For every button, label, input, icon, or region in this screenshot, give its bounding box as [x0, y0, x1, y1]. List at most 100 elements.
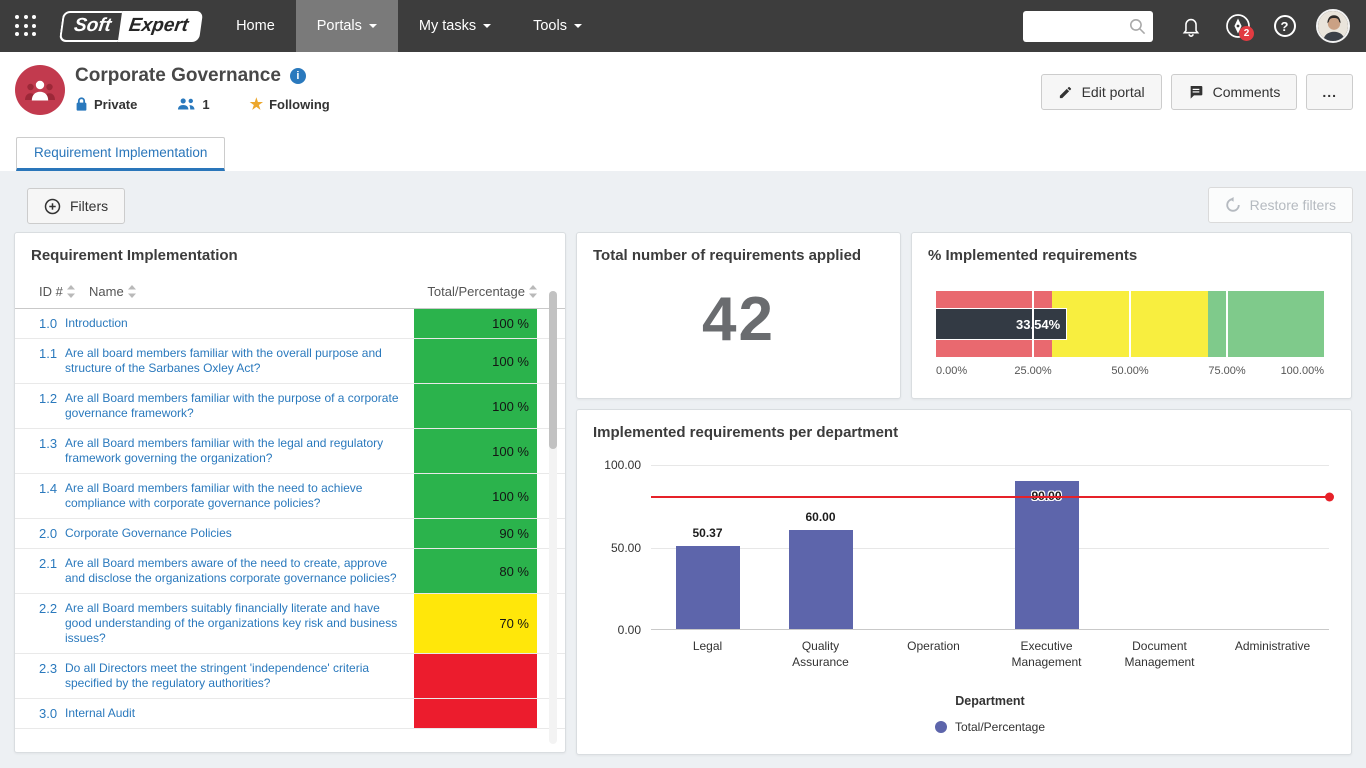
header-buttons: Edit portal Comments ... [1041, 74, 1353, 110]
requirement-implementation-panel: Requirement Implementation ID # Name Tot… [14, 232, 566, 753]
apps-grid-icon[interactable] [15, 15, 37, 37]
comment-icon [1188, 84, 1204, 100]
gauge-ticks: 0.00%25.00%50.00%75.00%100.00% [936, 365, 1324, 379]
nav-item-my-tasks[interactable]: My tasks [398, 0, 512, 52]
top-navbar: Soft Expert Home Portals My tasksTools 2 ? [0, 0, 1366, 52]
row-name-link[interactable]: Are all Board members familiar with the … [65, 474, 414, 518]
chart-bar-slot: 90.00 [990, 465, 1103, 629]
edit-portal-button[interactable]: Edit portal [1041, 74, 1162, 110]
nav-item-tools[interactable]: Tools [512, 0, 603, 52]
row-id-link[interactable]: 1.0 [15, 309, 65, 338]
row-name-link[interactable]: Are all Board members suitably financial… [65, 594, 414, 653]
chart-bar [789, 530, 853, 629]
legend-dot-icon [935, 721, 947, 733]
nav-item-label: Portals [317, 18, 362, 34]
global-search [1023, 11, 1153, 42]
ellipsis-icon: ... [1322, 84, 1337, 100]
members-count: 1 [202, 97, 209, 112]
chart-bars: 50.3760.0090.00 [651, 465, 1329, 629]
restore-filters-button[interactable]: Restore filters [1208, 187, 1353, 223]
row-name-link[interactable]: Corporate Governance Policies [65, 519, 414, 548]
total-requirements-panel: Total number of requirements applied 42 [576, 232, 901, 399]
sort-icon [529, 285, 537, 298]
notifications-button[interactable] [1167, 0, 1214, 52]
row-id-link[interactable]: 3.0 [15, 699, 65, 728]
gauge-value-label: 33.54% [1016, 317, 1060, 332]
row-name-link[interactable]: Internal Audit [65, 699, 414, 728]
table-row: 2.3Do all Directors meet the stringent '… [15, 654, 565, 699]
chart-x-tick-label: Legal [651, 638, 764, 670]
following-indicator[interactable]: ★ Following [250, 97, 330, 112]
search-icon[interactable] [1128, 17, 1147, 36]
portal-meta: Private 1 ★ Following [75, 96, 330, 112]
user-avatar[interactable] [1316, 9, 1350, 43]
pending-tasks-button[interactable]: 2 [1214, 0, 1261, 52]
row-id-link[interactable]: 2.1 [15, 549, 65, 593]
row-name-link[interactable]: Are all Board members familiar with the … [65, 384, 414, 428]
column-header-total-percentage[interactable]: Total/Percentage [414, 284, 537, 299]
sort-icon [67, 285, 75, 298]
nav-item-portals[interactable]: Portals [296, 0, 398, 52]
chart-x-labels: LegalQuality AssuranceOperationExecutive… [651, 638, 1329, 670]
row-percentage-cell: 100 % [414, 339, 537, 383]
row-id-link[interactable]: 2.3 [15, 654, 65, 698]
title-row: Corporate Governance i [75, 65, 306, 87]
implemented-percentage-panel: % Implemented requirements 33.54% 0.00%2… [911, 232, 1352, 399]
row-percentage-cell: 100 % [414, 384, 537, 428]
chart-x-tick-label: Operation [877, 638, 990, 670]
row-name-link[interactable]: Introduction [65, 309, 414, 338]
content-area: Filters Restore filters Requirement Impl… [0, 171, 1366, 768]
table-row: 1.2Are all Board members familiar with t… [15, 384, 565, 429]
navbar-menu: Home Portals My tasksTools [215, 0, 603, 52]
chart-y-tick-label: 0.00 [618, 623, 641, 637]
more-options-button[interactable]: ... [1306, 74, 1353, 110]
row-name-link[interactable]: Are all Board members familiar with the … [65, 429, 414, 473]
comments-button[interactable]: Comments [1171, 74, 1298, 110]
lock-icon [75, 96, 88, 112]
help-button[interactable]: ? [1261, 0, 1308, 52]
restore-filters-label: Restore filters [1250, 197, 1336, 213]
column-header-id[interactable]: ID # [39, 284, 89, 299]
row-name-link[interactable]: Are all Board members aware of the need … [65, 549, 414, 593]
gauge-panel-title: % Implemented requirements [912, 233, 1351, 270]
info-icon[interactable]: i [290, 68, 306, 84]
gauge-separator [1129, 291, 1131, 357]
nav-item-label: Home [236, 18, 275, 34]
members-indicator[interactable]: 1 [177, 97, 209, 112]
requirements-table-body: 1.0Introduction100 %1.1Are all board mem… [15, 309, 565, 729]
bell-icon [1180, 15, 1202, 37]
gauge-separator [1226, 291, 1228, 357]
row-id-link[interactable]: 2.0 [15, 519, 65, 548]
row-id-link[interactable]: 1.3 [15, 429, 65, 473]
row-name-link[interactable]: Do all Directors meet the stringent 'ind… [65, 654, 414, 698]
table-row: 2.2Are all Board members suitably financ… [15, 594, 565, 654]
table-row: 1.4Are all Board members familiar with t… [15, 474, 565, 519]
table-row: 1.1Are all board members familiar with t… [15, 339, 565, 384]
table-scrollbar-thumb[interactable] [549, 291, 557, 449]
row-id-link[interactable]: 1.2 [15, 384, 65, 428]
chart-bar-slot [1216, 465, 1329, 629]
row-percentage-cell [414, 654, 537, 698]
tab-requirement-implementation[interactable]: Requirement Implementation [16, 137, 225, 171]
chart-target-line [651, 496, 1329, 498]
row-id-link[interactable]: 2.2 [15, 594, 65, 653]
row-percentage-cell: 80 % [414, 549, 537, 593]
group-avatar-icon [24, 78, 56, 102]
nav-item-home[interactable]: Home [215, 0, 296, 52]
tasks-badge: 2 [1239, 26, 1254, 41]
chart-x-tick-label: Administrative [1216, 638, 1329, 670]
restore-icon [1225, 197, 1241, 213]
chart-bar-slot: 50.37 [651, 465, 764, 629]
column-header-name[interactable]: Name [89, 284, 414, 299]
legend-label: Total/Percentage [955, 720, 1045, 734]
softexpert-logo[interactable]: Soft Expert [59, 11, 203, 42]
department-chart-panel: Implemented requirements per department … [576, 409, 1352, 755]
user-avatar-image [1318, 11, 1350, 43]
row-id-link[interactable]: 1.1 [15, 339, 65, 383]
row-name-link[interactable]: Are all board members familiar with the … [65, 339, 414, 383]
filters-button[interactable]: Filters [27, 188, 125, 224]
table-row: 1.3Are all Board members familiar with t… [15, 429, 565, 474]
chart-legend-item[interactable]: Total/Percentage [651, 720, 1329, 734]
row-id-link[interactable]: 1.4 [15, 474, 65, 518]
portal-avatar [15, 65, 65, 115]
